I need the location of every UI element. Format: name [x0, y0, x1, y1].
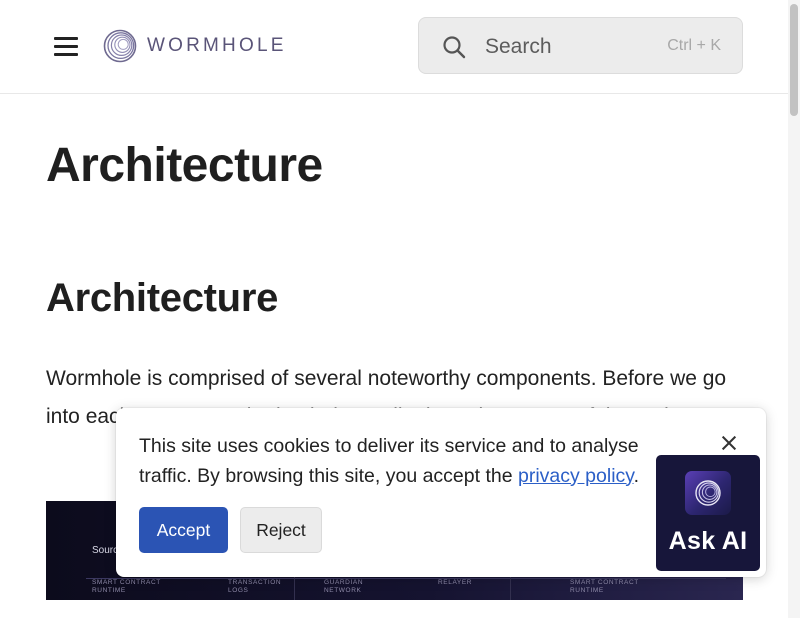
cookie-message: This site uses cookies to deliver its se… — [139, 432, 659, 491]
diagram-label-target-runtime: SMART CONTRACT RUNTIME — [570, 579, 639, 594]
cookie-message-end: . — [633, 464, 639, 487]
ask-ai-label: Ask AI — [668, 527, 748, 555]
privacy-policy-link[interactable]: privacy policy — [518, 465, 634, 487]
diagram-label-guardian-network: GUARDIAN NETWORK — [324, 579, 364, 594]
wormhole-logo-icon — [103, 29, 137, 63]
wormhole-logo[interactable]: WORMHOLE — [103, 29, 287, 63]
hamburger-menu-icon[interactable] — [52, 34, 80, 58]
top-header: WORMHOLE Ctrl + K — [0, 0, 788, 94]
diagram-label-source-runtime: SMART CONTRACT RUNTIME — [92, 579, 161, 594]
wormhole-swirl-icon — [695, 480, 721, 506]
logo-text: WORMHOLE — [147, 35, 287, 56]
accept-cookies-button[interactable]: Accept — [139, 507, 228, 553]
close-icon[interactable] — [720, 434, 738, 452]
scrollbar-thumb[interactable] — [790, 4, 798, 116]
ask-ai-logo — [685, 471, 731, 515]
search-box[interactable]: Ctrl + K — [418, 17, 743, 74]
section-heading: Architecture — [46, 276, 279, 320]
diagram-label-transaction-logs: TRANSACTION LOGS — [228, 579, 282, 594]
diagram-source-label: Sourc — [92, 545, 119, 556]
page-title: Architecture — [46, 139, 323, 192]
search-input[interactable] — [485, 32, 655, 62]
diagram-label-relayer: RELAYER — [438, 579, 473, 586]
ask-ai-button[interactable]: Ask AI — [656, 455, 760, 571]
search-icon — [443, 36, 466, 59]
reject-cookies-button[interactable]: Reject — [240, 507, 322, 553]
page-scrollbar[interactable] — [788, 0, 800, 618]
search-shortcut-hint: Ctrl + K — [667, 37, 721, 54]
